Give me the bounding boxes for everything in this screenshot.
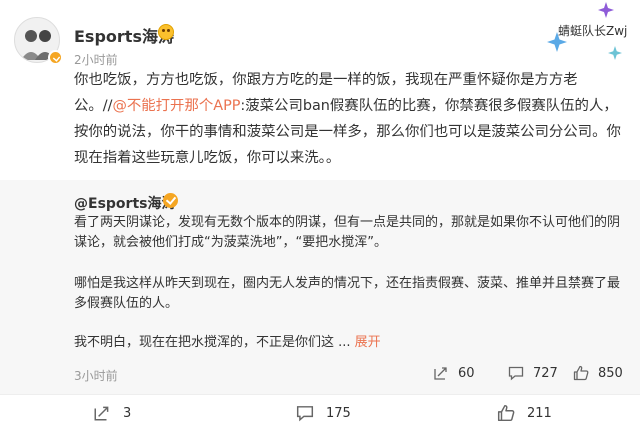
- retweet-share-count: 60: [458, 365, 475, 381]
- comment-count: 175: [326, 405, 351, 421]
- sparkle-icon: [598, 2, 614, 18]
- verified-badge: [163, 193, 178, 208]
- retweet-like-count: 850: [598, 365, 623, 381]
- vip-emoji-icon: [158, 24, 174, 40]
- share-icon: [94, 406, 109, 421]
- retweet-time[interactable]: 3小时前: [74, 367, 118, 384]
- post-time[interactable]: 2小时前: [74, 51, 118, 68]
- like-button[interactable]: 211: [497, 404, 552, 422]
- retweet-author[interactable]: @Esports海涛: [74, 193, 175, 213]
- retweet-paragraph-text: 我不明白，现在在把水搅浑的，不正是你们这 ...: [74, 335, 351, 350]
- like-count: 211: [527, 405, 552, 421]
- post-text: 你也吃饭，方方也吃饭，你跟方方吃的是一样的饭，我现在严重怀疑你是方方老公。//@…: [74, 67, 622, 171]
- like-icon: [497, 404, 515, 422]
- like-icon: [573, 365, 589, 381]
- retweet-paragraph: 看了两天阴谋论，发现有无数个版本的阴谋，但有一点是共同的，那就是如果你不认可他们…: [74, 215, 621, 250]
- retweet-comment-count: 727: [533, 365, 558, 381]
- mention-link[interactable]: @不能打开那个APP: [112, 98, 240, 114]
- comment-icon: [296, 406, 314, 422]
- watermark: 蜻蜓队长Zwj: [546, 2, 640, 70]
- retweet-paragraph: 哪怕是我这样从昨天到现在，圈内无人发声的情况下，还在指责假赛、菠菜、推单并且禁赛…: [74, 276, 621, 311]
- retweet-card[interactable]: @Esports海涛 看了两天阴谋论，发现有无数个版本的阴谋，但有一点是共同的，…: [0, 180, 640, 394]
- retweet-comment-button[interactable]: 727: [508, 365, 558, 381]
- sparkle-icon: [608, 46, 622, 60]
- share-button[interactable]: 3: [93, 404, 131, 422]
- retweet-like-button[interactable]: 850: [573, 365, 623, 381]
- share-icon: [434, 367, 447, 380]
- divider: [0, 394, 640, 395]
- comment-button[interactable]: 175: [296, 404, 351, 422]
- retweet-share-button[interactable]: 60: [433, 365, 475, 381]
- retweet-paragraph: 我不明白，现在在把水搅浑的，不正是你们这 ... 展开: [74, 333, 622, 353]
- verified-badge: [48, 50, 63, 65]
- share-count: 3: [123, 405, 132, 421]
- watermark-text: 蜻蜓队长Zwj: [558, 24, 628, 38]
- comment-icon: [508, 366, 524, 381]
- expand-link[interactable]: 展开: [355, 335, 381, 350]
